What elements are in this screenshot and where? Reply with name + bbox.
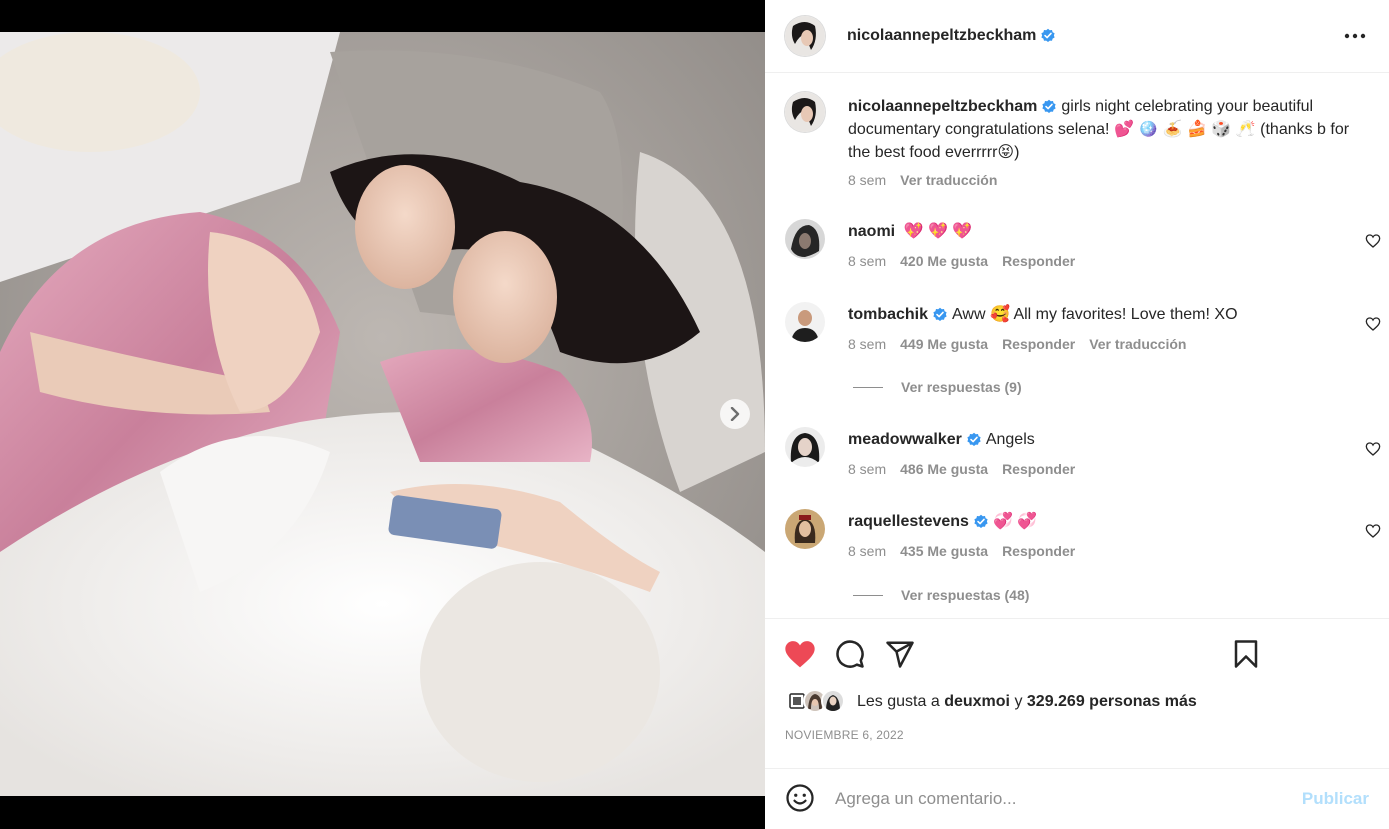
- author-avatar-image: [785, 16, 825, 56]
- comment-username[interactable]: tombachik: [848, 306, 928, 323]
- comment-body: raquellestevens 💞 💞 8 sem 435 Me gusta Re…: [848, 510, 1358, 563]
- comment-like-heart-icon[interactable]: [1365, 233, 1381, 249]
- author-avatar[interactable]: [785, 92, 825, 132]
- comment-time[interactable]: 8 sem: [848, 458, 886, 481]
- likes-summary: Les gusta a deuxmoi y 329.269 personas m…: [785, 688, 1197, 716]
- carousel-next-button[interactable]: [720, 399, 750, 429]
- comment-reply-button[interactable]: Responder: [1002, 540, 1075, 563]
- post-media-pane: [0, 0, 765, 829]
- view-replies-button[interactable]: Ver respuestas (9): [853, 379, 1022, 395]
- comment-bubble-icon: [836, 640, 864, 668]
- comment-like-heart-icon[interactable]: [1365, 441, 1381, 457]
- comment-meta: 8 sem 486 Me gusta Responder: [848, 458, 1358, 481]
- likes-conjunction: y: [1014, 693, 1023, 710]
- comment-text: 💞 💞: [992, 513, 1038, 530]
- comment-likes[interactable]: 449 Me gusta: [900, 333, 988, 356]
- comment-username[interactable]: meadowwalker: [848, 431, 962, 448]
- caption-body: nicolaannepeltzbeckham girls night celebr…: [848, 95, 1358, 192]
- comment-body: naomi 💖 💖 💖 8 sem 420 Me gusta Responder: [848, 220, 1358, 273]
- comment-translate-link[interactable]: Ver traducción: [1089, 333, 1186, 356]
- commenter-avatar-image: [785, 302, 825, 342]
- post-details-panel: nicolaannepeltzbeckham nicolaannepeltzbe…: [765, 0, 1389, 829]
- verified-badge-icon: [974, 514, 988, 528]
- comment-username[interactable]: naomi: [848, 223, 895, 240]
- photo-illustration: [0, 32, 765, 796]
- instagram-post-view: nicolaannepeltzbeckham nicolaannepeltzbe…: [0, 0, 1389, 829]
- comment-meta: 8 sem 449 Me gusta Responder Ver traducc…: [848, 333, 1358, 356]
- comment-text: 💖 💖 💖: [903, 223, 973, 240]
- likes-others-count[interactable]: 329.269 personas más: [1027, 693, 1197, 711]
- comment-likes[interactable]: 486 Me gusta: [900, 458, 988, 481]
- commenter-avatar[interactable]: [785, 302, 825, 342]
- more-horizontal-icon: [1344, 33, 1366, 39]
- comments-list[interactable]: nicolaannepeltzbeckham girls night celebr…: [765, 74, 1389, 618]
- paper-plane-icon: [886, 641, 914, 668]
- replies-divider-line: [853, 594, 883, 596]
- view-replies-button[interactable]: Ver respuestas (48): [853, 587, 1029, 603]
- liker-avatar-image: [823, 691, 843, 711]
- smiley-icon: [786, 784, 814, 812]
- comment-button[interactable]: [833, 637, 867, 671]
- comment-reply-button[interactable]: Responder: [1002, 333, 1075, 356]
- add-comment-bar: Publicar: [765, 768, 1389, 829]
- commenter-avatar[interactable]: [785, 427, 825, 467]
- caption-time[interactable]: 8 sem: [848, 169, 886, 192]
- liker-avatars: [785, 689, 847, 715]
- like-button[interactable]: [783, 637, 817, 671]
- bookmark-icon: [1234, 640, 1258, 668]
- comment-time[interactable]: 8 sem: [848, 333, 886, 356]
- verified-badge-icon: [933, 307, 947, 321]
- heart-filled-icon: [785, 641, 815, 668]
- caption-username[interactable]: nicolaannepeltzbeckham: [848, 98, 1037, 115]
- author-avatar[interactable]: [785, 16, 825, 56]
- verified-badge-icon: [967, 432, 981, 446]
- view-replies-label: Ver respuestas (48): [901, 587, 1030, 603]
- post-date[interactable]: NOVIEMBRE 6, 2022: [785, 728, 904, 742]
- comment-reply-button[interactable]: Responder: [1002, 250, 1075, 273]
- chevron-right-icon: [730, 407, 740, 421]
- replies-divider-line: [853, 386, 883, 388]
- post-photo: [0, 32, 765, 796]
- commenter-avatar[interactable]: [785, 509, 825, 549]
- caption-translate-link[interactable]: Ver traducción: [900, 169, 997, 192]
- comment-input[interactable]: [835, 787, 1295, 811]
- comment-meta: 8 sem 435 Me gusta Responder: [848, 540, 1358, 563]
- comment-meta: 8 sem 420 Me gusta Responder: [848, 250, 1358, 273]
- comment-like-heart-icon[interactable]: [1365, 316, 1381, 332]
- commenter-avatar[interactable]: [785, 219, 825, 259]
- comment-likes[interactable]: 435 Me gusta: [900, 540, 988, 563]
- commenter-avatar-image: [785, 427, 825, 467]
- author-avatar-image: [785, 92, 825, 132]
- comment-time[interactable]: 8 sem: [848, 540, 886, 563]
- caption-meta: 8 sem Ver traducción: [848, 169, 1358, 192]
- emoji-button[interactable]: [785, 783, 815, 813]
- verified-badge-icon: [1041, 28, 1055, 42]
- likes-prefix: Les gusta a: [857, 693, 940, 710]
- comment-body: meadowwalker Angels 8 sem 486 Me gusta Re…: [848, 428, 1358, 481]
- save-button[interactable]: [1229, 637, 1263, 671]
- post-action-bar: [765, 618, 1389, 688]
- comment-body: tombachik Aww 🥰 All my favorites! Love th…: [848, 303, 1358, 356]
- author-username[interactable]: nicolaannepeltzbeckham: [847, 27, 1036, 45]
- liker-avatar[interactable]: [821, 689, 845, 713]
- comment-time[interactable]: 8 sem: [848, 250, 886, 273]
- verified-badge-icon: [1042, 99, 1056, 113]
- view-replies-label: Ver respuestas (9): [901, 379, 1022, 395]
- comment-username[interactable]: raquellestevens: [848, 513, 969, 530]
- comment-likes[interactable]: 420 Me gusta: [900, 250, 988, 273]
- comment-reply-button[interactable]: Responder: [1002, 458, 1075, 481]
- commenter-avatar-image: [785, 219, 825, 259]
- comment-text: Aww 🥰 All my favorites! Love them! XO: [952, 306, 1238, 323]
- post-header: nicolaannepeltzbeckham: [765, 0, 1389, 73]
- comment-like-heart-icon[interactable]: [1365, 523, 1381, 539]
- likes-first-user[interactable]: deuxmoi: [944, 693, 1010, 711]
- more-options-button[interactable]: [1343, 24, 1367, 48]
- comment-text: Angels: [985, 431, 1035, 448]
- commenter-avatar-image: [785, 509, 825, 549]
- share-button[interactable]: [883, 637, 917, 671]
- publish-button[interactable]: Publicar: [1302, 789, 1369, 809]
